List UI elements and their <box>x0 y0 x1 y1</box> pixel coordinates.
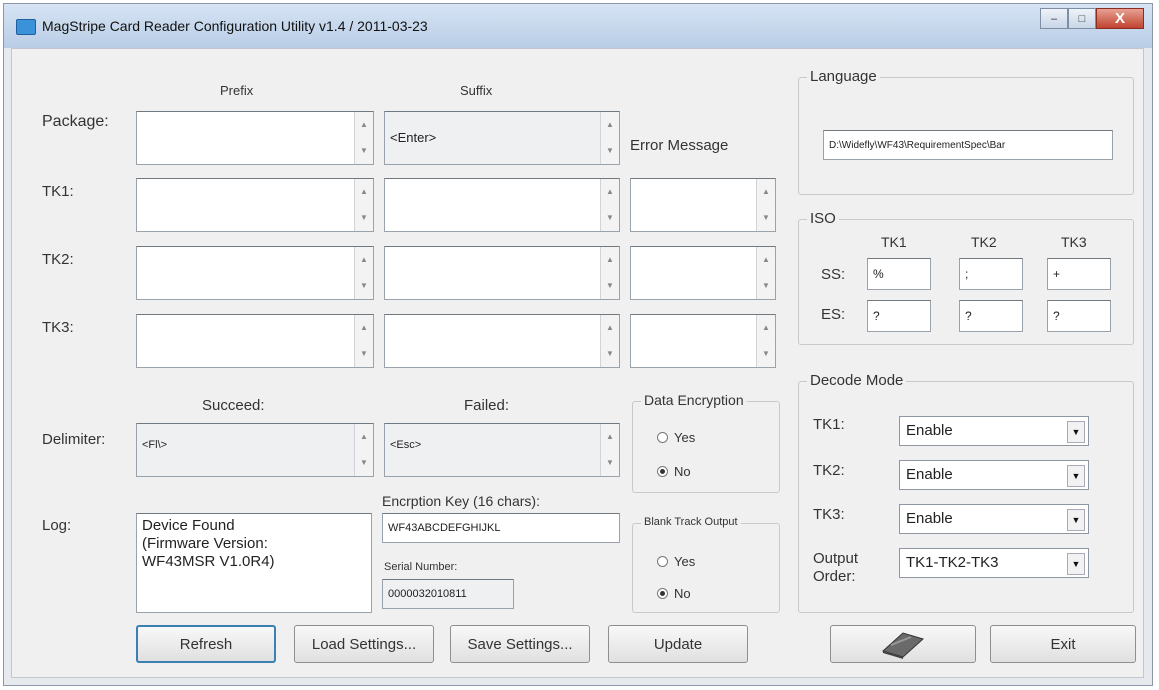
card-swipe-button[interactable] <box>830 625 976 663</box>
package-suffix-input[interactable]: <Enter> ▲ ▼ <box>384 111 620 165</box>
decode-mode-group: Decode Mode TK1: Enable ▼ TK2: Enable ▼ … <box>798 372 1134 613</box>
blank-track-yes-radio[interactable]: Yes <box>657 554 695 569</box>
tk1-label: TK1: <box>42 183 74 200</box>
blank-track-output-title: Blank Track Output <box>641 516 741 528</box>
decode-tk2-label: TK2: <box>813 462 845 479</box>
prefix-header: Prefix <box>220 83 254 98</box>
decode-tk1-value: Enable <box>906 422 953 439</box>
tk2-suffix-input[interactable]: ▲ ▼ <box>384 246 620 300</box>
decode-mode-title: Decode Mode <box>807 372 907 389</box>
decode-tk1-select[interactable]: Enable ▼ <box>899 416 1089 446</box>
save-settings-button[interactable]: Save Settings... <box>450 625 590 663</box>
radio-indicator-selected <box>657 588 668 599</box>
log-output[interactable]: Device Found (Firmware Version: WF43MSR … <box>136 513 372 613</box>
chevron-down-icon: ▼ <box>1067 465 1085 487</box>
data-encryption-group: Data Encryption Yes No <box>632 392 780 493</box>
client-area: Prefix Suffix Error Message Package: ▲ ▼ … <box>11 48 1144 678</box>
blank-track-no-radio[interactable]: No <box>657 586 691 601</box>
output-order-label-line1: Output <box>813 550 859 567</box>
tk1-suffix-input[interactable]: ▲ ▼ <box>384 178 620 232</box>
decode-tk3-value: Enable <box>906 510 953 527</box>
iso-es-tk3-input[interactable] <box>1047 300 1111 332</box>
language-path-input[interactable] <box>823 130 1113 160</box>
output-order-value: TK1-TK2-TK3 <box>906 554 999 571</box>
tk2-label: TK2: <box>42 251 74 268</box>
blank-track-no-label: No <box>674 586 691 601</box>
output-order-select[interactable]: TK1-TK2-TK3 ▼ <box>899 548 1089 578</box>
minimize-button[interactable]: – <box>1040 8 1068 29</box>
delimiter-succeed-value: <Fl\> <box>142 439 168 451</box>
maximize-button[interactable]: □ <box>1068 8 1096 29</box>
iso-title: ISO <box>807 210 839 227</box>
chevron-down-icon: ▼ <box>1067 421 1085 443</box>
decode-tk3-label: TK3: <box>813 506 845 523</box>
decode-tk3-select[interactable]: Enable ▼ <box>899 504 1089 534</box>
delimiter-failed-value: <Esc> <box>390 439 422 451</box>
iso-col-tk1: TK1 <box>881 234 907 250</box>
failed-header: Failed: <box>464 397 510 414</box>
error-message-header: Error Message <box>630 137 729 154</box>
exit-button[interactable]: Exit <box>990 625 1136 663</box>
data-encryption-yes-label: Yes <box>674 430 696 445</box>
iso-ss-tk3-input[interactable] <box>1047 258 1111 290</box>
window-title: MagStripe Card Reader Configuration Util… <box>42 18 428 34</box>
app-window: MagStripe Card Reader Configuration Util… <box>3 3 1153 686</box>
iso-ss-tk2-input[interactable] <box>959 258 1023 290</box>
delimiter-failed-input[interactable]: <Esc> ▲ ▼ <box>384 423 620 477</box>
refresh-button[interactable]: Refresh <box>136 625 276 663</box>
decode-tk2-select[interactable]: Enable ▼ <box>899 460 1089 490</box>
delimiter-succeed-input[interactable]: <Fl\> ▲ ▼ <box>136 423 374 477</box>
delimiter-label: Delimiter: <box>42 431 106 448</box>
tk3-suffix-input[interactable]: ▲ ▼ <box>384 314 620 368</box>
tk2-error-input[interactable]: ▲ ▼ <box>630 246 776 300</box>
package-prefix-input[interactable]: ▲ ▼ <box>136 111 374 165</box>
iso-group: ISO TK1 TK2 TK3 SS: ES: <box>798 210 1134 345</box>
package-label: Package: <box>42 113 109 130</box>
tk3-error-input[interactable]: ▲ ▼ <box>630 314 776 368</box>
radio-indicator <box>657 556 668 567</box>
language-title: Language <box>807 68 880 85</box>
chevron-down-icon: ▼ <box>1067 509 1085 531</box>
encryption-key-input[interactable] <box>382 513 620 543</box>
blank-track-output-group: Blank Track Output Yes No <box>632 516 780 613</box>
iso-col-tk2: TK2 <box>971 234 997 250</box>
iso-es-tk2-input[interactable] <box>959 300 1023 332</box>
data-encryption-yes-radio[interactable]: Yes <box>657 430 695 445</box>
output-order-label-line2: Order: <box>813 568 856 585</box>
iso-es-label: ES: <box>821 306 846 323</box>
serial-number-label: Serial Number: <box>384 561 458 573</box>
tk1-error-input[interactable]: ▲ ▼ <box>630 178 776 232</box>
decode-tk2-value: Enable <box>906 466 953 483</box>
package-suffix-value: <Enter> <box>390 130 437 145</box>
chevron-down-icon: ▼ <box>1067 553 1085 575</box>
radio-indicator <box>657 432 668 443</box>
tk3-label: TK3: <box>42 319 74 336</box>
iso-ss-tk1-input[interactable] <box>867 258 931 290</box>
decode-tk1-label: TK1: <box>813 416 845 433</box>
close-button[interactable]: X <box>1096 8 1144 29</box>
radio-indicator-selected <box>657 466 668 477</box>
iso-col-tk3: TK3 <box>1061 234 1087 250</box>
load-settings-button[interactable]: Load Settings... <box>294 625 434 663</box>
iso-ss-label: SS: <box>821 266 846 283</box>
encryption-key-label: Encrption Key (16 chars): <box>382 493 540 509</box>
data-encryption-no-radio[interactable]: No <box>657 464 691 479</box>
tk3-prefix-input[interactable]: ▲ ▼ <box>136 314 374 368</box>
title-bar: MagStripe Card Reader Configuration Util… <box>4 4 1152 48</box>
data-encryption-no-label: No <box>674 464 691 479</box>
succeed-header: Succeed: <box>202 397 265 414</box>
log-label: Log: <box>42 517 72 534</box>
tk2-prefix-input[interactable]: ▲ ▼ <box>136 246 374 300</box>
blank-track-yes-label: Yes <box>674 554 696 569</box>
app-icon <box>16 19 36 35</box>
iso-es-tk1-input[interactable] <box>867 300 931 332</box>
update-button[interactable]: Update <box>608 625 748 663</box>
data-encryption-title: Data Encryption <box>641 392 747 408</box>
serial-number-input[interactable] <box>382 579 514 609</box>
card-swipe-icon <box>882 632 924 659</box>
tk1-prefix-input[interactable]: ▲ ▼ <box>136 178 374 232</box>
language-group: Language <box>798 68 1134 195</box>
suffix-header: Suffix <box>460 83 493 98</box>
